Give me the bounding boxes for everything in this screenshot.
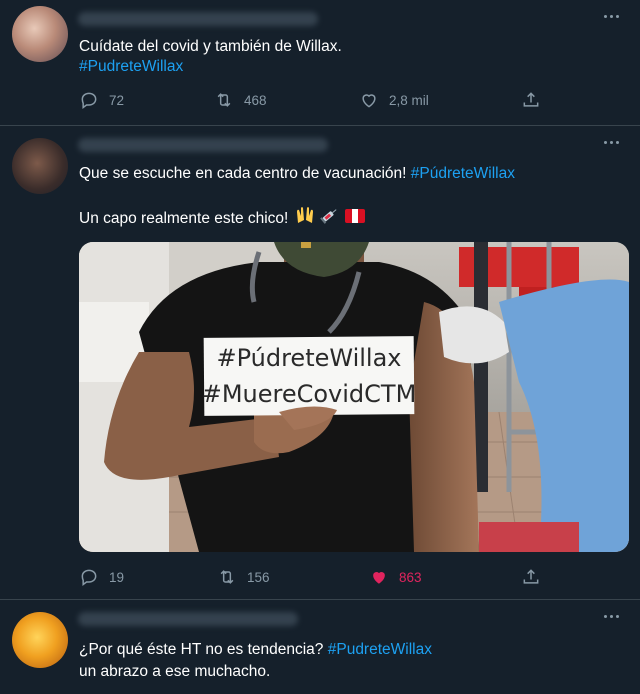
tweet-text: un abrazo a ese muchacho.: [79, 663, 271, 680]
author-name-blurred: [78, 138, 328, 152]
retweet-icon: [220, 570, 234, 584]
share-icon: [523, 92, 539, 107]
like-button[interactable]: 863: [369, 567, 422, 587]
avatar[interactable]: [12, 138, 68, 194]
tweet-text-line: ¿Por qué éste HT no es tendencia? #Pudre…: [79, 638, 432, 662]
retweet-count: 468: [244, 92, 267, 108]
reply-icon: [81, 569, 97, 586]
more-options-icon[interactable]: [598, 136, 624, 148]
share-button[interactable]: [521, 567, 541, 587]
hashtag-link[interactable]: #PudreteWillax: [79, 58, 183, 75]
heart-filled-icon: [373, 572, 385, 584]
reply-button[interactable]: 72: [79, 90, 124, 110]
tweet-actions: 19 156 863: [79, 567, 549, 591]
raised-hands-emoji-icon: [295, 206, 315, 232]
avatar[interactable]: [12, 612, 68, 668]
reply-button[interactable]: 19: [79, 567, 124, 587]
tweet-text-line: Que se escuche en cada centro de vacunac…: [79, 162, 515, 186]
author-name-blurred: [78, 12, 318, 26]
more-options-icon[interactable]: [598, 610, 624, 622]
share-icon: [523, 569, 539, 584]
tweet-text: Que se escuche en cada centro de vacunac…: [79, 165, 411, 182]
like-count: 863: [399, 569, 422, 585]
tweet-text-line: #PudreteWillax: [79, 55, 183, 79]
share-button[interactable]: [521, 90, 541, 110]
heart-icon: [362, 94, 376, 108]
tweet-text-line: un abrazo a ese muchacho.: [79, 660, 270, 684]
hashtag-link[interactable]: #PudreteWillax: [328, 641, 432, 658]
more-options-icon[interactable]: [598, 10, 624, 22]
sign-text-line-1: #PúdreteWillax: [216, 344, 401, 372]
tweet-text: Cuídate del covid y también de Willax.: [79, 38, 342, 55]
tweet[interactable]: Cuídate del covid y también de Willax. #…: [0, 0, 640, 126]
tweet-text-line: Un capo realmente este chico!: [79, 206, 366, 232]
syringe-emoji-icon: [319, 206, 339, 232]
retweet-icon: [217, 93, 231, 107]
hashtag-link[interactable]: #PúdreteWillax: [411, 165, 515, 182]
tweet-actions: 72 468 2,8 mil: [79, 90, 549, 114]
avatar[interactable]: [12, 6, 68, 62]
retweet-button[interactable]: 468: [214, 90, 267, 110]
tweet-text: ¿Por qué éste HT no es tendencia?: [79, 641, 328, 658]
tweet-text: Un capo realmente este chico!: [79, 210, 293, 228]
author-name-blurred: [78, 612, 298, 626]
vaccination-photo: #PúdreteWillax #MuereCovidCTM: [79, 242, 629, 552]
reply-icon: [81, 92, 97, 109]
tweet-image[interactable]: #PúdreteWillax #MuereCovidCTM: [79, 242, 629, 552]
like-count: 2,8 mil: [389, 92, 429, 108]
tweet[interactable]: Que se escuche en cada centro de vacunac…: [0, 126, 640, 600]
like-button[interactable]: 2,8 mil: [359, 90, 429, 110]
tweet[interactable]: ¿Por qué éste HT no es tendencia? #Pudre…: [0, 600, 640, 694]
reply-count: 72: [109, 92, 125, 108]
retweet-button[interactable]: 156: [217, 567, 270, 587]
peru-flag-emoji-icon: [345, 207, 366, 231]
sign-text-line-2: #MuereCovidCTM: [202, 380, 417, 408]
retweet-count: 156: [247, 569, 270, 585]
reply-count: 19: [109, 569, 125, 585]
